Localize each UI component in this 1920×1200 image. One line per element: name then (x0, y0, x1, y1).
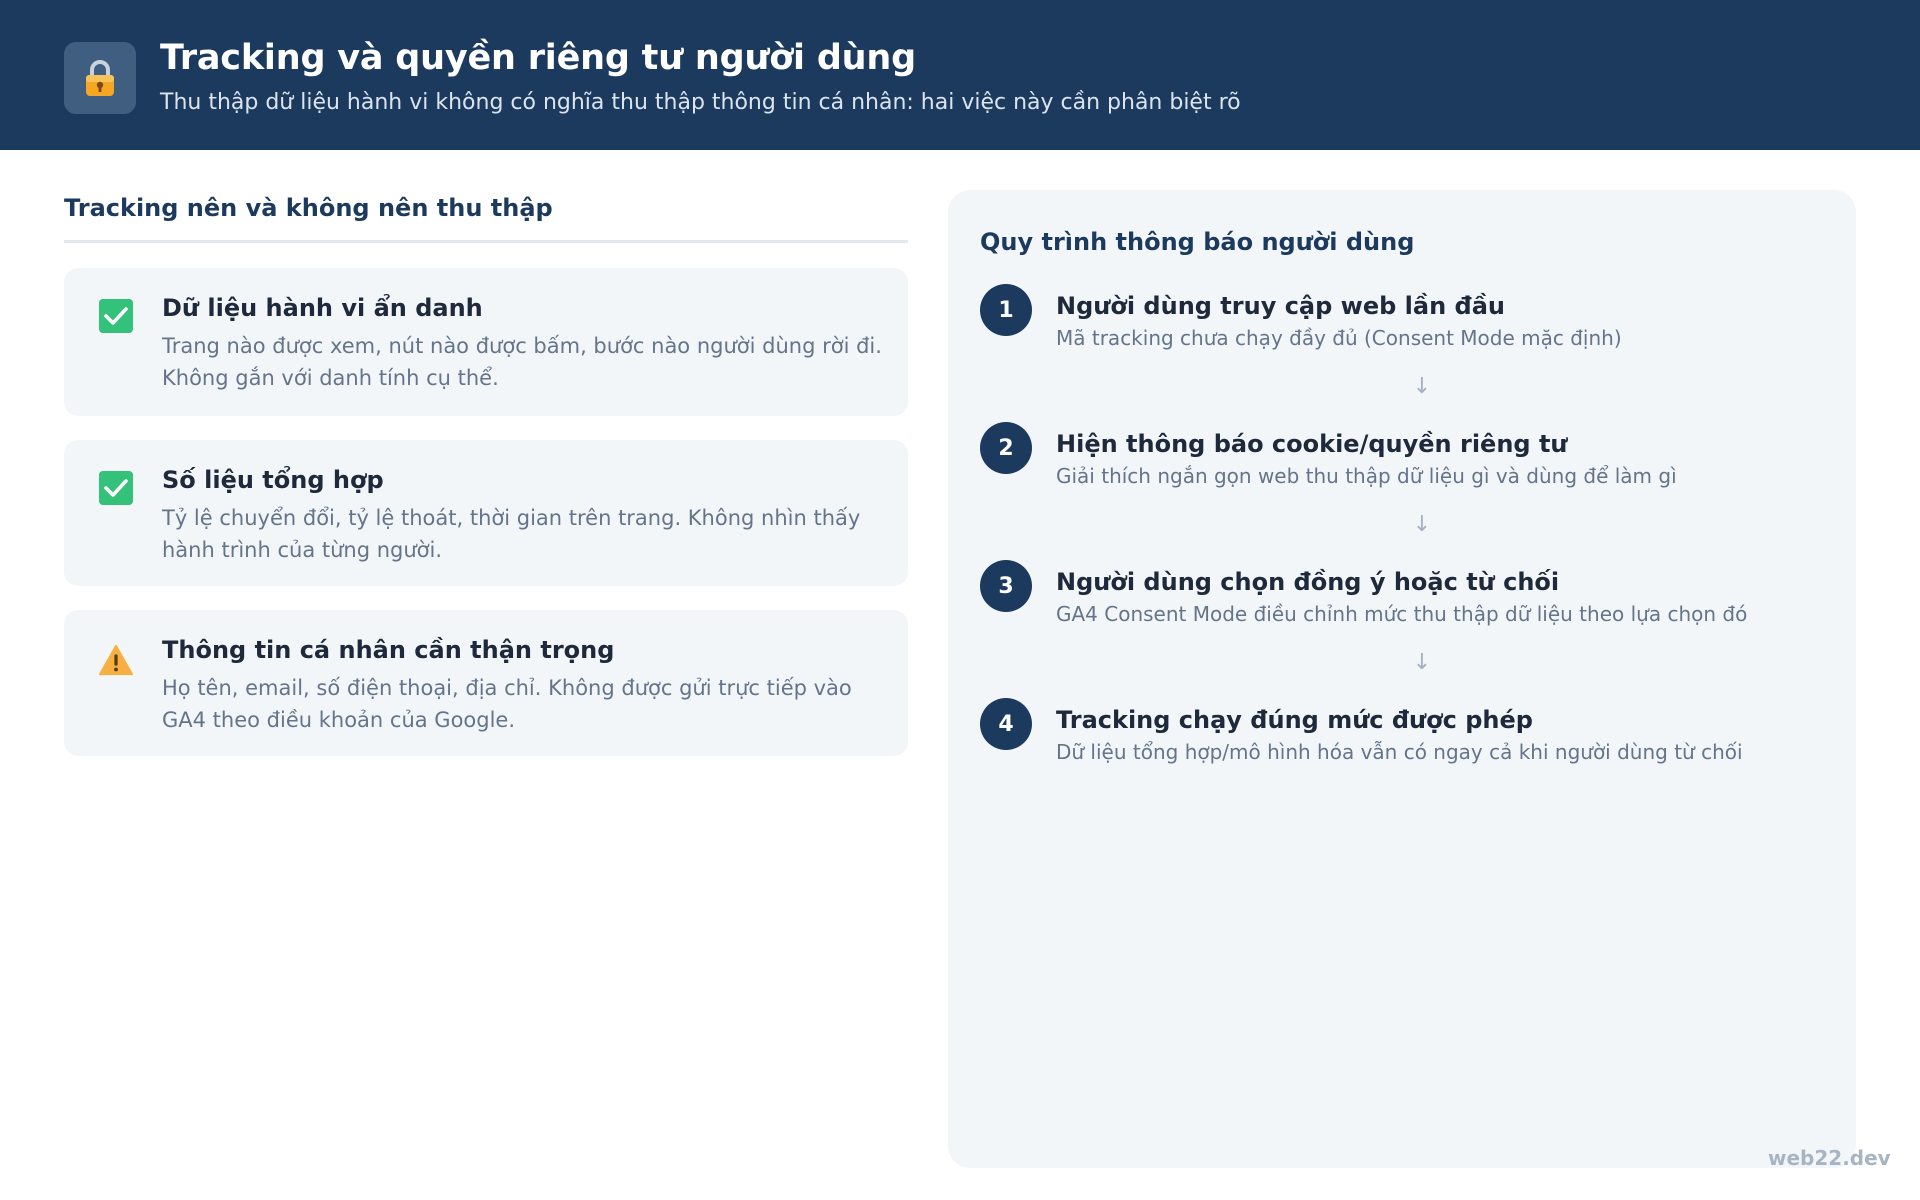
step-description: Dữ liệu tổng hợp/mô hình hóa vẫn có ngay… (1056, 740, 1743, 764)
arrow-down-icon: ↓ (1412, 650, 1432, 675)
arrow-down-icon: ↓ (1412, 512, 1432, 537)
check-icon (98, 470, 134, 506)
step-number-badge: 4 (980, 698, 1032, 750)
page-title: Tracking và quyền riêng tư người dùng (160, 38, 916, 78)
arrow-down-icon: ↓ (1412, 374, 1432, 399)
check-icon (98, 298, 134, 334)
watermark-text: web22.dev (1768, 1146, 1891, 1170)
info-card-anonymous-behavior: Dữ liệu hành vi ẩn danh Trang nào được x… (64, 268, 908, 416)
step-description: Mã tracking chưa chạy đầy đủ (Consent Mo… (1056, 326, 1622, 350)
step-title: Người dùng truy cập web lần đầu (1056, 292, 1505, 320)
step-description: Giải thích ngắn gọn web thu thập dữ liệu… (1056, 464, 1677, 488)
card-description: Trang nào được xem, nút nào được bấm, bư… (162, 334, 882, 390)
step-title: Hiện thông báo cookie/quyền riêng tư (1056, 430, 1568, 458)
section-title-tracking: Tracking nên và không nên thu thập (64, 194, 553, 222)
card-description: Tỷ lệ chuyển đổi, tỷ lệ thoát, thời gian… (162, 506, 861, 562)
step-description: GA4 Consent Mode điều chỉnh mức thu thập… (1056, 602, 1748, 626)
lock-icon (64, 42, 136, 114)
info-card-personal-info: Thông tin cá nhân cần thận trọng Họ tên,… (64, 610, 908, 756)
info-card-aggregate-metrics: Số liệu tổng hợp Tỷ lệ chuyển đổi, tỷ lệ… (64, 440, 908, 586)
step-number-badge: 2 (980, 422, 1032, 474)
card-title: Dữ liệu hành vi ẩn danh (162, 294, 483, 322)
card-title: Thông tin cá nhân cần thận trọng (162, 636, 615, 664)
step-title: Tracking chạy đúng mức được phép (1056, 706, 1533, 734)
step-number-badge: 1 (980, 284, 1032, 336)
section-title-consent-flow: Quy trình thông báo người dùng (980, 228, 1415, 256)
card-title: Số liệu tổng hợp (162, 466, 384, 494)
warning-icon (98, 642, 134, 678)
section-divider (64, 240, 908, 243)
page-subtitle: Thu thập dữ liệu hành vi không có nghĩa … (160, 90, 1241, 115)
page-header: Tracking và quyền riêng tư người dùng Th… (0, 0, 1920, 150)
card-description: Họ tên, email, số điện thoại, địa chỉ. K… (162, 676, 852, 732)
step-title: Người dùng chọn đồng ý hoặc từ chối (1056, 568, 1560, 596)
consent-flow-panel: Quy trình thông báo người dùng 1 Người d… (948, 190, 1856, 1168)
step-number-badge: 3 (980, 560, 1032, 612)
